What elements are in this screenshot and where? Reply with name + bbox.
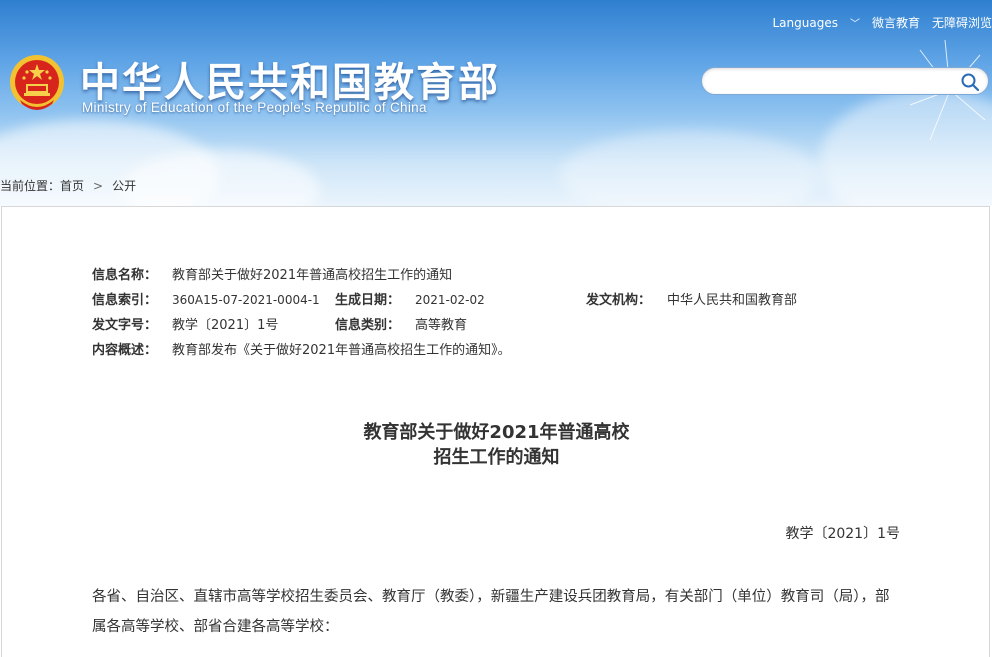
info-summary-value: 教育部发布《关于做好2021年普通高校招生工作的通知》。 <box>172 343 511 358</box>
breadcrumb-home-link[interactable]: 首页 <box>60 178 84 194</box>
article-title-line1: 教育部关于做好2021年普通高校 <box>363 422 630 443</box>
info-category-label: 信息类别： <box>335 318 401 333</box>
accessibility-link[interactable]: 无障碍浏览 <box>932 14 992 31</box>
article-body-paragraph: 各省、自治区、直辖市高等学校招生委员会、教育厅（教委），新疆生产建设兵团教育局，… <box>92 589 890 635</box>
info-name-value: 教育部关于做好2021年普通高校招生工作的通知 <box>172 268 453 283</box>
info-summary-label: 内容概述： <box>92 343 158 358</box>
chevron-down-icon: ﹀ <box>849 18 860 30</box>
info-agency-label: 发文机构： <box>586 293 652 308</box>
document-number: 教学〔2021〕1号 <box>785 526 900 542</box>
info-index-label: 信息索引： <box>92 293 158 308</box>
search-box <box>701 67 989 96</box>
breadcrumb-current-link[interactable]: 公开 <box>112 178 136 194</box>
breadcrumb: 当前位置：首页 > 公开 <box>0 178 136 194</box>
article-content: 信息名称： 教育部关于做好2021年普通高校招生工作的通知 信息索引： 360A… <box>1 206 990 657</box>
wechat-link[interactable]: 微言教育 <box>872 14 920 31</box>
info-date-label: 生成日期： <box>335 293 401 308</box>
info-docno-label: 发文字号： <box>92 318 158 333</box>
site-title-english: Ministry of Education of the People's Re… <box>82 100 427 115</box>
languages-link[interactable]: Languages ﹀ <box>760 15 859 30</box>
search-icon[interactable] <box>960 72 980 92</box>
search-input[interactable] <box>714 68 968 96</box>
article-title: 教育部关于做好2021年普通高校 招生工作的通知 <box>2 420 991 470</box>
info-date-value: 2021-02-02 <box>415 293 485 307</box>
top-links: Languages ﹀ 微言教育 无障碍浏览 <box>748 13 992 31</box>
chevron-right-icon: > <box>93 179 104 193</box>
breadcrumb-prefix: 当前位置： <box>0 179 61 193</box>
info-agency-value: 中华人民共和国教育部 <box>667 293 798 308</box>
site-header: Languages ﹀ 微言教育 无障碍浏览 中华人民共和国教育部 Ministr… <box>0 0 992 206</box>
info-docno-value: 教学〔2021〕1号 <box>172 318 279 333</box>
national-emblem-icon[interactable] <box>8 52 66 114</box>
info-name-label: 信息名称： <box>92 268 158 283</box>
article-title-line2: 招生工作的通知 <box>433 447 560 468</box>
info-category-value: 高等教育 <box>415 318 468 333</box>
info-index-value: 360A15-07-2021-0004-1 <box>172 293 320 307</box>
